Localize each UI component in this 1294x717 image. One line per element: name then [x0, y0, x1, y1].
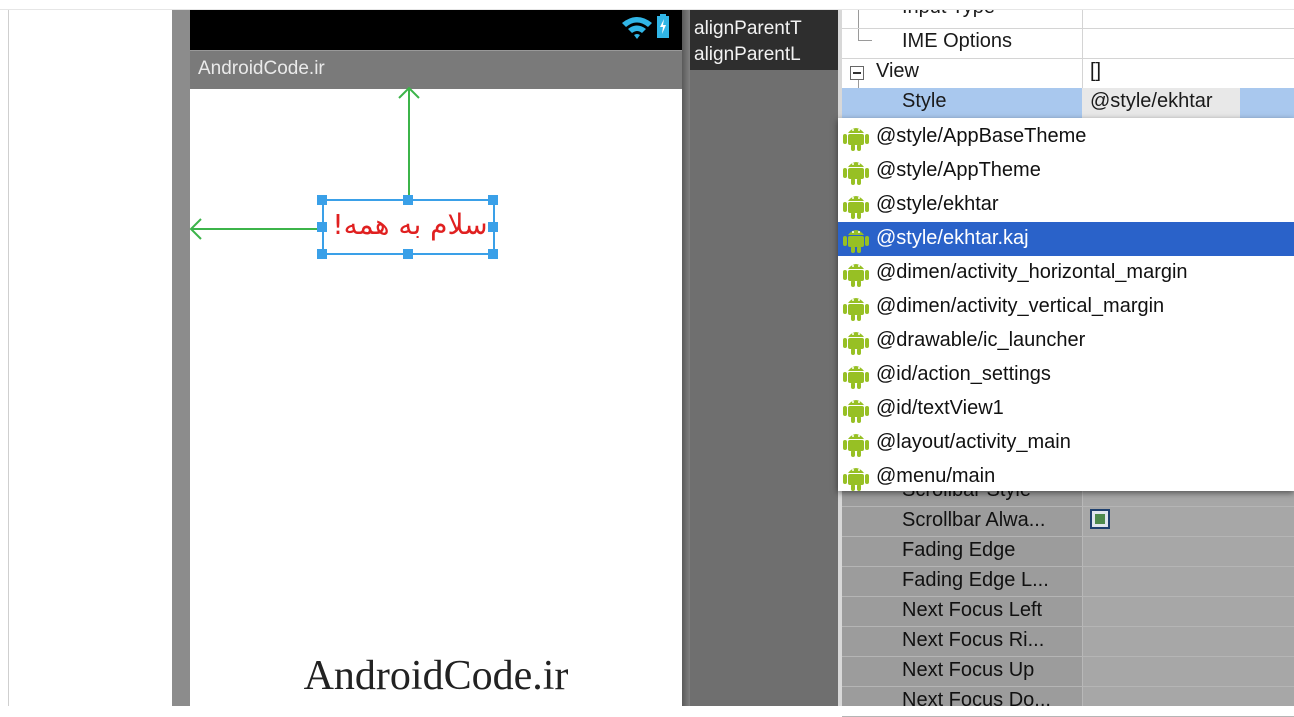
battery-icon [657, 14, 669, 38]
canvas-gutter [690, 10, 840, 706]
handle-top-right[interactable] [488, 195, 498, 205]
dropdown-item[interactable]: @menu/main [838, 460, 1294, 494]
watermark: AndroidCode.ir [303, 653, 569, 699]
property-row[interactable]: Scrollbar Alwa... [842, 506, 1294, 537]
dropdown-item[interactable]: @dimen/activity_horizontal_margin [838, 256, 1294, 290]
style-value[interactable]: @style/ekhtar [1090, 90, 1213, 113]
handle-bottom-mid[interactable] [403, 249, 413, 259]
property-name: Next Focus Ri... [902, 629, 1045, 651]
handle-bottom-left[interactable] [317, 249, 327, 259]
dropdown-item-label: @layout/activity_main [876, 431, 1071, 453]
tooltip-line-2: alignParentL [694, 44, 801, 65]
dropdown-item-label: @drawable/ic_launcher [876, 329, 1086, 351]
property-row[interactable]: Fading Edge L... [842, 566, 1294, 597]
dropdown-item[interactable]: @layout/activity_main [838, 426, 1294, 460]
dropdown-item[interactable]: @style/ekhtar [838, 188, 1294, 222]
dropdown-item[interactable]: @style/ekhtar.kaj [838, 222, 1294, 256]
android-icon [843, 298, 869, 321]
wifi-icon [622, 17, 652, 39]
dropdown-item-label: @style/ekhtar [876, 193, 999, 215]
checkbox-icon[interactable] [1090, 509, 1110, 529]
property-row-view[interactable]: View [] [842, 58, 1294, 89]
left-divider [8, 10, 9, 706]
dropdown-item-label: @menu/main [876, 465, 996, 487]
dropdown-item-label: @id/textView1 [876, 397, 1004, 419]
property-row[interactable]: Next Focus Up [842, 656, 1294, 687]
device-status-bar [190, 10, 682, 50]
property-row[interactable]: Next Focus Left [842, 596, 1294, 627]
collapse-minus-icon[interactable] [850, 66, 864, 80]
android-icon [843, 264, 869, 287]
property-row[interactable]: Next Focus Do... [842, 686, 1294, 717]
action-bar-title: AndroidCode.ir [198, 58, 325, 79]
dropdown-item[interactable]: @id/textView1 [838, 392, 1294, 426]
dropdown-item[interactable]: @dimen/activity_vertical_margin [838, 290, 1294, 324]
android-icon [843, 162, 869, 185]
tooltip-line-1: alignParentT [694, 18, 802, 39]
dropdown-item[interactable]: @style/AppTheme [838, 154, 1294, 188]
android-icon [843, 400, 869, 423]
dropdown-item-label: @id/action_settings [876, 363, 1051, 385]
property-name: Next Focus Up [902, 659, 1035, 681]
property-row[interactable]: Fading Edge [842, 536, 1294, 567]
property-row-input-type[interactable]: Input Type [842, 10, 1294, 29]
dropdown-item-label: @style/AppTheme [876, 159, 1041, 181]
android-icon [843, 196, 869, 219]
text-view[interactable]: سلام به همه! [322, 208, 498, 248]
android-icon [843, 468, 869, 491]
android-icon [843, 332, 869, 355]
property-name: Fading Edge [902, 539, 1016, 561]
property-value: [] [1090, 60, 1102, 82]
android-icon [843, 366, 869, 389]
handle-bottom-right[interactable] [488, 249, 498, 259]
dropdown-item[interactable]: @drawable/ic_launcher [838, 324, 1294, 358]
dropdown-item[interactable]: @id/action_settings [838, 358, 1294, 392]
property-name: Next Focus Left [902, 599, 1043, 621]
handle-top-mid[interactable] [403, 195, 413, 205]
dropdown-item-label: @dimen/activity_horizontal_margin [876, 261, 1188, 283]
property-name: Fading Edge L... [902, 569, 1049, 591]
property-name: Input Type [902, 10, 995, 19]
property-name: Next Focus Do... [902, 689, 1051, 711]
dropdown-item-label: @dimen/activity_vertical_margin [876, 295, 1165, 317]
property-row-ime-options[interactable]: IME Options [842, 28, 1294, 59]
property-name: Scrollbar Alwa... [902, 509, 1046, 531]
dropdown-item-label: @style/ekhtar.kaj [876, 227, 1029, 249]
property-name: IME Options [902, 30, 1013, 52]
android-icon [843, 128, 869, 151]
handle-top-left[interactable] [317, 195, 327, 205]
property-row[interactable]: Next Focus Ri... [842, 626, 1294, 657]
android-icon [843, 434, 869, 457]
dropdown-item-label: @style/AppBaseTheme [876, 125, 1087, 147]
property-name: Style [902, 90, 947, 112]
dropdown-item[interactable]: @style/AppBaseTheme [838, 120, 1294, 154]
property-name: View [876, 60, 919, 82]
property-row-style[interactable]: Style @style/ekhtar [842, 88, 1294, 118]
android-icon [843, 230, 869, 253]
